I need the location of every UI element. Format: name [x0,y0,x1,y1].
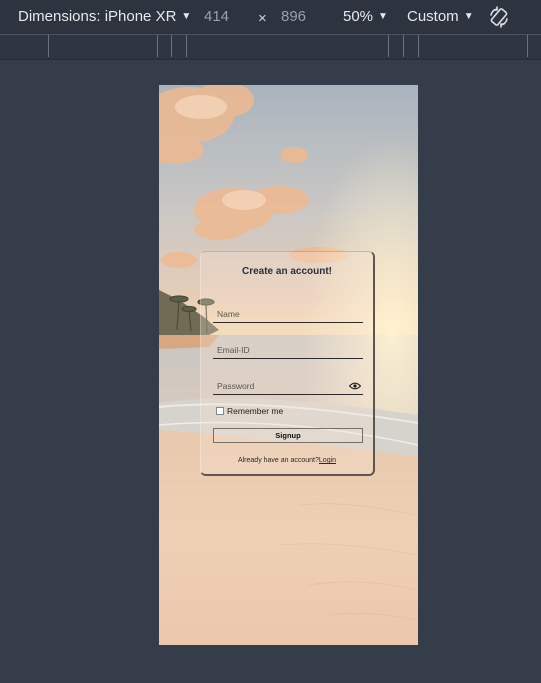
email-input[interactable] [217,344,337,356]
signup-card: Create an account! Remember me Signup Al… [200,251,375,476]
height-input[interactable]: 896 [281,8,306,25]
ruler-tick[interactable] [403,35,404,57]
device-viewport: Create an account! Remember me Signup Al… [159,85,418,645]
signup-button[interactable]: Signup [213,428,363,443]
password-field [213,380,363,395]
zoom-label: 50% [343,8,374,25]
remember-checkbox[interactable] [216,407,224,415]
login-prompt-text: Already have an account? [237,457,319,464]
dimensions-label: Dimensions: iPhone XR [18,8,177,25]
throttle-label: Custom [407,8,459,25]
ruler-tick[interactable] [48,35,49,57]
ruler-tick[interactable] [157,35,158,57]
remember-me[interactable]: Remember me [216,406,283,416]
name-field [213,308,363,323]
chevron-down-icon: ▼ [463,11,474,22]
throttle-dropdown[interactable]: Custom ▼ [407,8,474,25]
rotate-device-icon[interactable] [488,6,510,28]
password-input[interactable] [217,380,337,392]
ruler-tick[interactable] [171,35,172,57]
dimension-separator: × [258,10,267,27]
ruler-tick[interactable] [186,35,187,57]
chevron-down-icon: ▼ [181,11,192,22]
zoom-dropdown[interactable]: 50% ▼ [343,8,388,25]
ruler-tick[interactable] [418,35,419,57]
ruler-tick[interactable] [527,35,528,57]
remember-label: Remember me [227,406,284,416]
device-toolbar: Dimensions: iPhone XR ▼ 414 × 896 50% ▼ Cu… [0,0,541,34]
ruler-tick[interactable] [388,35,389,57]
email-field [213,344,363,359]
eye-icon[interactable] [349,382,361,390]
page-title: Create an account! [241,266,333,277]
media-query-ruler [0,34,541,60]
login-link[interactable]: Login [319,457,336,464]
name-input[interactable] [217,308,337,320]
chevron-down-icon: ▼ [378,11,388,22]
width-input[interactable]: 414 [204,8,229,25]
dimensions-dropdown[interactable]: Dimensions: iPhone XR ▼ [18,8,191,25]
login-prompt: Already have an account?Login [201,457,373,464]
